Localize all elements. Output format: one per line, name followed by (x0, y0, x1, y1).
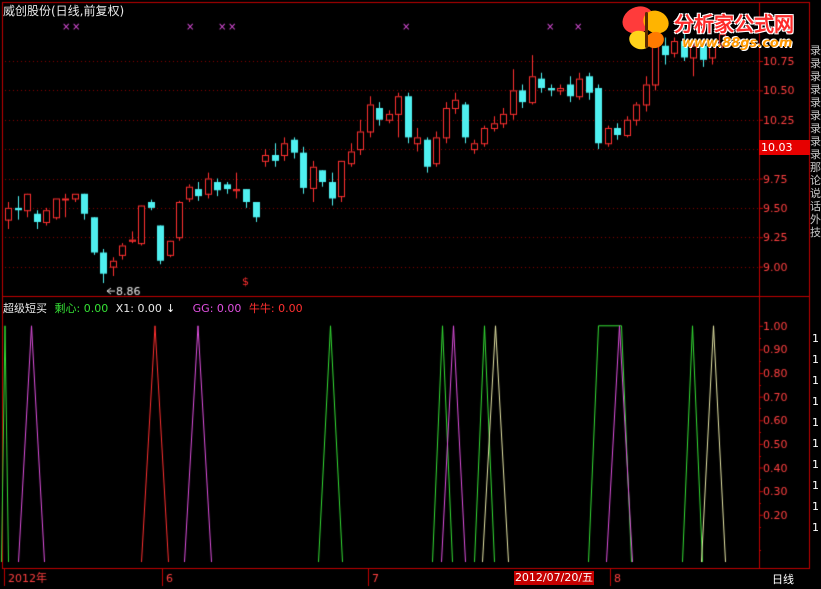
side-number: 1 (812, 458, 819, 471)
down-arrow-icon: ↓ (165, 302, 176, 315)
side-number: 1 (812, 332, 819, 345)
side-tab-char: 说 (810, 187, 821, 200)
side-tab-char: 录 (810, 96, 821, 109)
legend-line-3: GG: 0.00 (192, 302, 242, 315)
side-tab-char: 录 (810, 135, 821, 148)
side-number: 1 (812, 416, 819, 429)
side-tab-char: 录 (810, 83, 821, 96)
side-number: 1 (812, 374, 819, 387)
side-tab-char: 论 (810, 174, 821, 187)
side-tab-char: 那 (810, 161, 821, 174)
legend-line-2: X1: 0.00 (115, 302, 162, 315)
legend-line-1: 剩心: 0.00 (54, 302, 109, 315)
butterfly-logo-icon (622, 6, 669, 50)
logo-url[interactable]: www.88gs.com (682, 36, 792, 51)
side-tab-char: 录 (810, 122, 821, 135)
current-price-tag: 10.03 (759, 140, 810, 155)
cursor-date-label: 2012/07/20/五 (514, 571, 594, 585)
side-tab-char: 外 (810, 213, 821, 226)
indicator-legend: 超级短买 剩心: 0.00 X1: 0.00 ↓ GG: 0.00 牛牛: 0.0… (3, 300, 307, 316)
side-tab-char: 话 (810, 200, 821, 213)
chart-title: 威创股份(日线,前复权) (3, 4, 125, 18)
side-tab-char: 录 (810, 44, 821, 57)
chart-canvas (0, 0, 821, 589)
indicator-name[interactable]: 超级短买 (3, 302, 47, 315)
logo-name: 分析家公式网 (674, 12, 794, 36)
side-number: 1 (812, 395, 819, 408)
period-label[interactable]: 日线 (772, 571, 794, 587)
side-tab-char: 技 (810, 226, 821, 239)
side-number: 1 (812, 479, 819, 492)
side-number: 1 (812, 521, 819, 534)
legend-line-4: 牛牛: 0.00 (248, 302, 303, 315)
side-number-strip: 1 1 1 1 1 1 1 1 1 1 (812, 328, 821, 538)
side-tab-strip[interactable]: 录录录录录录录录录那论说话外技 (810, 44, 821, 354)
side-tab-char: 录 (810, 57, 821, 70)
side-number: 1 (812, 353, 819, 366)
site-logo: 分析家公式网 www.88gs.com (618, 2, 816, 58)
side-number: 1 (812, 500, 819, 513)
side-tab-char: 录 (810, 148, 821, 161)
side-number: 1 (812, 437, 819, 450)
side-tab-char: 录 (810, 109, 821, 122)
side-tab-char: 录 (810, 70, 821, 83)
